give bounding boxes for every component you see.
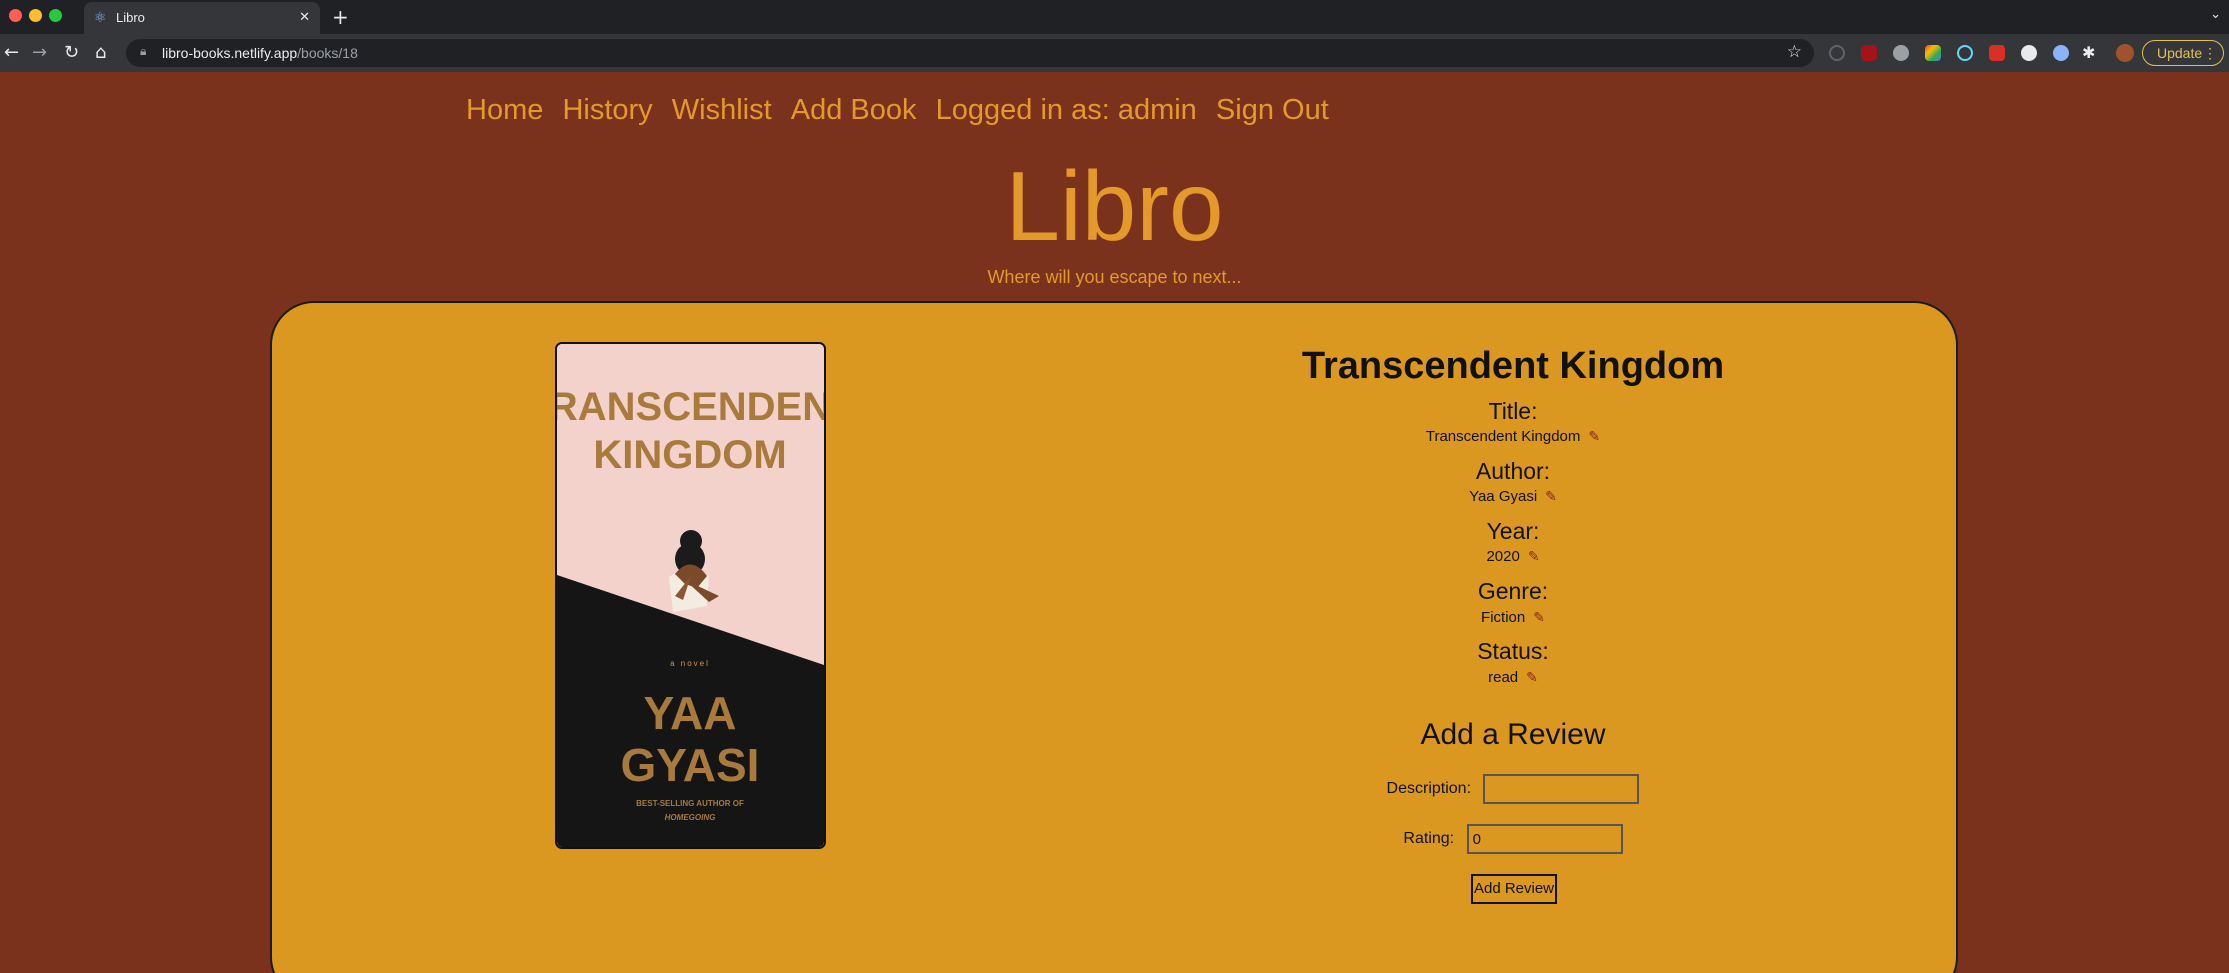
back-icon[interactable]: ← [4, 42, 19, 64]
cover-blurb-line2: HOMEGOING [665, 813, 716, 822]
update-button[interactable]: Update ⋮ [2142, 40, 2224, 66]
window-close-button[interactable] [9, 9, 22, 22]
nav-home-link[interactable]: Home [466, 94, 543, 126]
title-value: Transcendent Kingdom [1425, 428, 1581, 445]
year-label: Year: [1486, 518, 1540, 544]
edit-author-pencil-icon[interactable]: ✎ [1545, 488, 1557, 504]
tab-search-icon[interactable]: ⌄ [2210, 7, 2221, 22]
book-heading: Transcendent Kingdom [1301, 345, 1725, 387]
edit-title-pencil-icon[interactable]: ✎ [1588, 428, 1600, 444]
tab-title: Libro [116, 10, 145, 25]
nav-history-link[interactable]: History [562, 94, 652, 126]
kebab-menu-icon[interactable]: ⋮ [2203, 41, 2217, 65]
forward-icon[interactable]: → [32, 42, 47, 64]
book-cover-image: TRANSCENDENT KINGDOM a novel YAA GYASI B… [555, 342, 826, 849]
site-nav: Home History Wishlist Add Book Logged in… [466, 90, 1343, 130]
address-bar[interactable]: 🔒︎ libro-books.netlify.app/books/18 ☆ [126, 39, 1814, 67]
window-maximize-button[interactable] [49, 9, 62, 22]
cover-author-line2: GYASI [621, 739, 760, 791]
extension-compass-icon[interactable] [2021, 45, 2037, 61]
logged-in-user: Logged in as: admin [935, 94, 1197, 126]
home-icon[interactable]: ⌂ [95, 42, 106, 64]
reload-icon[interactable]: ↻ [64, 42, 79, 64]
author-row: Yaa Gyasi ✎ [1208, 486, 1818, 507]
url-text[interactable]: libro-books.netlify.app/books/18 [162, 44, 358, 62]
description-row: Description: [1208, 774, 1818, 804]
year-value: 2020 [1486, 548, 1520, 565]
tab-close-icon[interactable]: ✕ [299, 9, 310, 27]
profile-avatar-icon[interactable] [2116, 44, 2134, 62]
new-tab-button[interactable]: + [332, 5, 349, 29]
add-review-button[interactable]: Add Review [1471, 874, 1557, 904]
title-label: Title: [1488, 398, 1538, 424]
cover-author-line1: YAA [644, 687, 737, 739]
year-row: 2020 ✎ [1208, 546, 1818, 567]
extension-clock-icon[interactable] [1829, 45, 1845, 61]
lock-icon: 🔒︎ [140, 44, 147, 58]
react-favicon-icon: ⚛ [94, 10, 107, 26]
extension-circle-icon[interactable] [2053, 45, 2069, 61]
nav-add-book-link[interactable]: Add Book [791, 94, 917, 126]
extension-react-devtools-icon[interactable] [1957, 45, 1973, 61]
site-title: Libro [1005, 151, 1224, 261]
rating-row: Rating: [1208, 824, 1818, 854]
genre-row: Fiction ✎ [1208, 607, 1818, 628]
browser-tab[interactable]: ⚛ Libro ✕ [84, 2, 320, 34]
edit-year-pencil-icon[interactable]: ✎ [1528, 548, 1540, 564]
cover-blurb-line1: BEST-SELLING AUTHOR OF [636, 799, 744, 808]
cover-subtitle: a novel [670, 659, 710, 668]
add-review-heading: Add a Review [1420, 718, 1606, 751]
status-value: read [1488, 669, 1519, 686]
cover-title-line2: KINGDOM [593, 433, 786, 477]
bookmark-star-icon[interactable]: ☆ [1787, 42, 1802, 62]
extensions-puzzle-icon[interactable]: ✱ [2082, 42, 2095, 64]
description-label: Description: [1386, 780, 1472, 798]
title-row: Transcendent Kingdom ✎ [1208, 426, 1818, 447]
nav-sign-out-link[interactable]: Sign Out [1216, 94, 1329, 126]
status-label: Status: [1477, 638, 1549, 664]
status-row: read ✎ [1208, 667, 1818, 688]
browser-toolbar: ← → ↻ ⌂ 🔒︎ libro-books.netlify.app/books… [0, 34, 2229, 72]
site-tagline: Where will you escape to next... [987, 267, 1242, 287]
author-label: Author: [1475, 458, 1551, 484]
browser-tab-strip: ⚛ Libro ✕ + ⌄ [0, 0, 2229, 34]
description-input[interactable] [1483, 774, 1640, 804]
genre-value: Fiction [1481, 609, 1526, 626]
rating-input[interactable] [1466, 824, 1623, 854]
extension-red-icon[interactable] [1989, 45, 2005, 61]
edit-status-pencil-icon[interactable]: ✎ [1526, 669, 1538, 685]
book-cover-art: TRANSCENDENT KINGDOM a novel YAA GYASI B… [557, 344, 824, 847]
author-value: Yaa Gyasi [1469, 488, 1538, 505]
rating-label: Rating: [1403, 830, 1455, 848]
window-minimize-button[interactable] [29, 9, 42, 22]
extension-colorpicker-icon[interactable] [1925, 45, 1941, 61]
extension-ublock-icon[interactable] [1861, 45, 1877, 61]
cover-title-line1: TRANSCENDENT [557, 385, 824, 429]
genre-label: Genre: [1477, 578, 1549, 604]
nav-wishlist-link[interactable]: Wishlist [672, 94, 772, 126]
edit-genre-pencil-icon[interactable]: ✎ [1533, 609, 1545, 625]
extension-octopus-icon[interactable] [1893, 45, 1909, 61]
